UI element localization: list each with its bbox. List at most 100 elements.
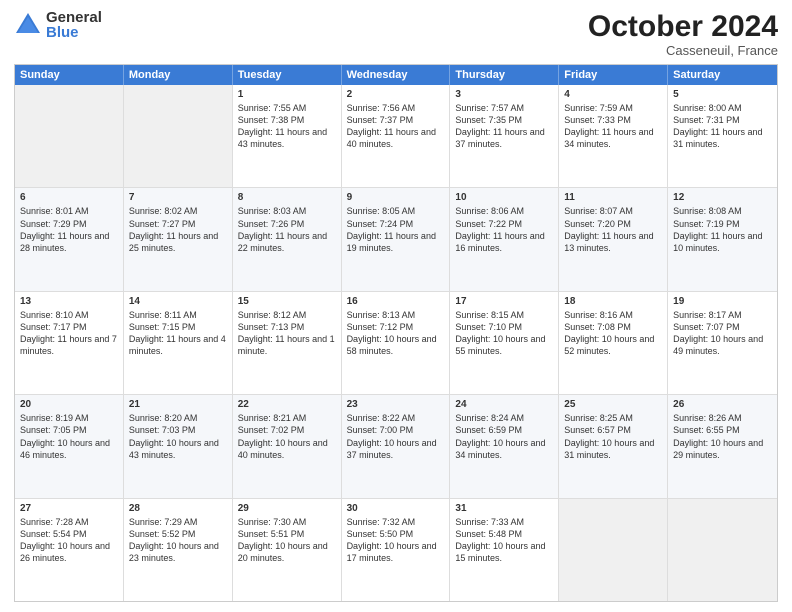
day-number: 8 bbox=[238, 191, 336, 204]
day-cell-14: 14Sunrise: 8:11 AMSunset: 7:15 PMDayligh… bbox=[124, 292, 233, 394]
empty-cell bbox=[15, 85, 124, 187]
day-cell-12: 12Sunrise: 8:08 AMSunset: 7:19 PMDayligh… bbox=[668, 188, 777, 290]
day-cell-17: 17Sunrise: 8:15 AMSunset: 7:10 PMDayligh… bbox=[450, 292, 559, 394]
day-info: Sunrise: 8:06 AMSunset: 7:22 PMDaylight:… bbox=[455, 205, 553, 254]
logo-text: General Blue bbox=[46, 10, 102, 40]
day-cell-3: 3Sunrise: 7:57 AMSunset: 7:35 PMDaylight… bbox=[450, 85, 559, 187]
week-row-2: 6Sunrise: 8:01 AMSunset: 7:29 PMDaylight… bbox=[15, 187, 777, 290]
week-row-5: 27Sunrise: 7:28 AMSunset: 5:54 PMDayligh… bbox=[15, 498, 777, 601]
day-info: Sunrise: 8:02 AMSunset: 7:27 PMDaylight:… bbox=[129, 205, 227, 254]
header-day-saturday: Saturday bbox=[668, 65, 777, 85]
day-number: 24 bbox=[455, 398, 553, 411]
day-number: 21 bbox=[129, 398, 227, 411]
day-number: 29 bbox=[238, 502, 336, 515]
day-cell-28: 28Sunrise: 7:29 AMSunset: 5:52 PMDayligh… bbox=[124, 499, 233, 601]
day-info: Sunrise: 8:11 AMSunset: 7:15 PMDaylight:… bbox=[129, 309, 227, 358]
day-info: Sunrise: 7:57 AMSunset: 7:35 PMDaylight:… bbox=[455, 102, 553, 151]
header-day-wednesday: Wednesday bbox=[342, 65, 451, 85]
day-info: Sunrise: 8:16 AMSunset: 7:08 PMDaylight:… bbox=[564, 309, 662, 358]
day-cell-1: 1Sunrise: 7:55 AMSunset: 7:38 PMDaylight… bbox=[233, 85, 342, 187]
day-info: Sunrise: 8:07 AMSunset: 7:20 PMDaylight:… bbox=[564, 205, 662, 254]
day-cell-7: 7Sunrise: 8:02 AMSunset: 7:27 PMDaylight… bbox=[124, 188, 233, 290]
page: General Blue October 2024 Casseneuil, Fr… bbox=[0, 0, 792, 612]
day-info: Sunrise: 8:01 AMSunset: 7:29 PMDaylight:… bbox=[20, 205, 118, 254]
empty-cell bbox=[668, 499, 777, 601]
day-cell-16: 16Sunrise: 8:13 AMSunset: 7:12 PMDayligh… bbox=[342, 292, 451, 394]
header-day-tuesday: Tuesday bbox=[233, 65, 342, 85]
day-number: 31 bbox=[455, 502, 553, 515]
day-cell-30: 30Sunrise: 7:32 AMSunset: 5:50 PMDayligh… bbox=[342, 499, 451, 601]
day-cell-25: 25Sunrise: 8:25 AMSunset: 6:57 PMDayligh… bbox=[559, 395, 668, 497]
day-number: 11 bbox=[564, 191, 662, 204]
day-number: 19 bbox=[673, 295, 772, 308]
day-number: 12 bbox=[673, 191, 772, 204]
day-info: Sunrise: 8:05 AMSunset: 7:24 PMDaylight:… bbox=[347, 205, 445, 254]
logo-general-text: General bbox=[46, 10, 102, 25]
day-number: 17 bbox=[455, 295, 553, 308]
day-info: Sunrise: 8:25 AMSunset: 6:57 PMDaylight:… bbox=[564, 412, 662, 461]
day-info: Sunrise: 8:24 AMSunset: 6:59 PMDaylight:… bbox=[455, 412, 553, 461]
day-info: Sunrise: 7:56 AMSunset: 7:37 PMDaylight:… bbox=[347, 102, 445, 151]
day-number: 27 bbox=[20, 502, 118, 515]
day-info: Sunrise: 7:29 AMSunset: 5:52 PMDaylight:… bbox=[129, 516, 227, 565]
day-cell-5: 5Sunrise: 8:00 AMSunset: 7:31 PMDaylight… bbox=[668, 85, 777, 187]
day-info: Sunrise: 7:28 AMSunset: 5:54 PMDaylight:… bbox=[20, 516, 118, 565]
day-cell-9: 9Sunrise: 8:05 AMSunset: 7:24 PMDaylight… bbox=[342, 188, 451, 290]
day-number: 14 bbox=[129, 295, 227, 308]
day-cell-22: 22Sunrise: 8:21 AMSunset: 7:02 PMDayligh… bbox=[233, 395, 342, 497]
day-cell-23: 23Sunrise: 8:22 AMSunset: 7:00 PMDayligh… bbox=[342, 395, 451, 497]
day-number: 23 bbox=[347, 398, 445, 411]
day-info: Sunrise: 8:15 AMSunset: 7:10 PMDaylight:… bbox=[455, 309, 553, 358]
header-day-sunday: Sunday bbox=[15, 65, 124, 85]
day-info: Sunrise: 8:20 AMSunset: 7:03 PMDaylight:… bbox=[129, 412, 227, 461]
logo-blue-text: Blue bbox=[46, 25, 102, 40]
day-info: Sunrise: 8:21 AMSunset: 7:02 PMDaylight:… bbox=[238, 412, 336, 461]
month-title: October 2024 bbox=[588, 10, 778, 43]
day-number: 15 bbox=[238, 295, 336, 308]
title-block: October 2024 Casseneuil, France bbox=[588, 10, 778, 58]
day-number: 13 bbox=[20, 295, 118, 308]
day-cell-10: 10Sunrise: 8:06 AMSunset: 7:22 PMDayligh… bbox=[450, 188, 559, 290]
week-row-4: 20Sunrise: 8:19 AMSunset: 7:05 PMDayligh… bbox=[15, 394, 777, 497]
empty-cell bbox=[559, 499, 668, 601]
day-info: Sunrise: 7:55 AMSunset: 7:38 PMDaylight:… bbox=[238, 102, 336, 151]
empty-cell bbox=[124, 85, 233, 187]
day-number: 18 bbox=[564, 295, 662, 308]
header-day-thursday: Thursday bbox=[450, 65, 559, 85]
day-number: 25 bbox=[564, 398, 662, 411]
day-info: Sunrise: 8:00 AMSunset: 7:31 PMDaylight:… bbox=[673, 102, 772, 151]
day-cell-8: 8Sunrise: 8:03 AMSunset: 7:26 PMDaylight… bbox=[233, 188, 342, 290]
day-number: 30 bbox=[347, 502, 445, 515]
day-cell-4: 4Sunrise: 7:59 AMSunset: 7:33 PMDaylight… bbox=[559, 85, 668, 187]
day-number: 5 bbox=[673, 88, 772, 101]
day-info: Sunrise: 7:30 AMSunset: 5:51 PMDaylight:… bbox=[238, 516, 336, 565]
day-info: Sunrise: 8:03 AMSunset: 7:26 PMDaylight:… bbox=[238, 205, 336, 254]
day-number: 9 bbox=[347, 191, 445, 204]
day-number: 26 bbox=[673, 398, 772, 411]
location: Casseneuil, France bbox=[588, 43, 778, 58]
day-cell-24: 24Sunrise: 8:24 AMSunset: 6:59 PMDayligh… bbox=[450, 395, 559, 497]
calendar: SundayMondayTuesdayWednesdayThursdayFrid… bbox=[14, 64, 778, 602]
day-number: 7 bbox=[129, 191, 227, 204]
day-cell-31: 31Sunrise: 7:33 AMSunset: 5:48 PMDayligh… bbox=[450, 499, 559, 601]
day-cell-2: 2Sunrise: 7:56 AMSunset: 7:37 PMDaylight… bbox=[342, 85, 451, 187]
day-number: 6 bbox=[20, 191, 118, 204]
logo-icon bbox=[14, 11, 42, 39]
day-number: 16 bbox=[347, 295, 445, 308]
day-number: 10 bbox=[455, 191, 553, 204]
day-info: Sunrise: 8:13 AMSunset: 7:12 PMDaylight:… bbox=[347, 309, 445, 358]
day-info: Sunrise: 7:32 AMSunset: 5:50 PMDaylight:… bbox=[347, 516, 445, 565]
day-info: Sunrise: 8:17 AMSunset: 7:07 PMDaylight:… bbox=[673, 309, 772, 358]
day-info: Sunrise: 7:33 AMSunset: 5:48 PMDaylight:… bbox=[455, 516, 553, 565]
calendar-header: SundayMondayTuesdayWednesdayThursdayFrid… bbox=[15, 65, 777, 85]
day-cell-18: 18Sunrise: 8:16 AMSunset: 7:08 PMDayligh… bbox=[559, 292, 668, 394]
day-cell-6: 6Sunrise: 8:01 AMSunset: 7:29 PMDaylight… bbox=[15, 188, 124, 290]
day-cell-26: 26Sunrise: 8:26 AMSunset: 6:55 PMDayligh… bbox=[668, 395, 777, 497]
day-info: Sunrise: 7:59 AMSunset: 7:33 PMDaylight:… bbox=[564, 102, 662, 151]
day-info: Sunrise: 8:08 AMSunset: 7:19 PMDaylight:… bbox=[673, 205, 772, 254]
logo: General Blue bbox=[14, 10, 102, 40]
day-number: 1 bbox=[238, 88, 336, 101]
day-cell-11: 11Sunrise: 8:07 AMSunset: 7:20 PMDayligh… bbox=[559, 188, 668, 290]
day-cell-21: 21Sunrise: 8:20 AMSunset: 7:03 PMDayligh… bbox=[124, 395, 233, 497]
day-info: Sunrise: 8:19 AMSunset: 7:05 PMDaylight:… bbox=[20, 412, 118, 461]
